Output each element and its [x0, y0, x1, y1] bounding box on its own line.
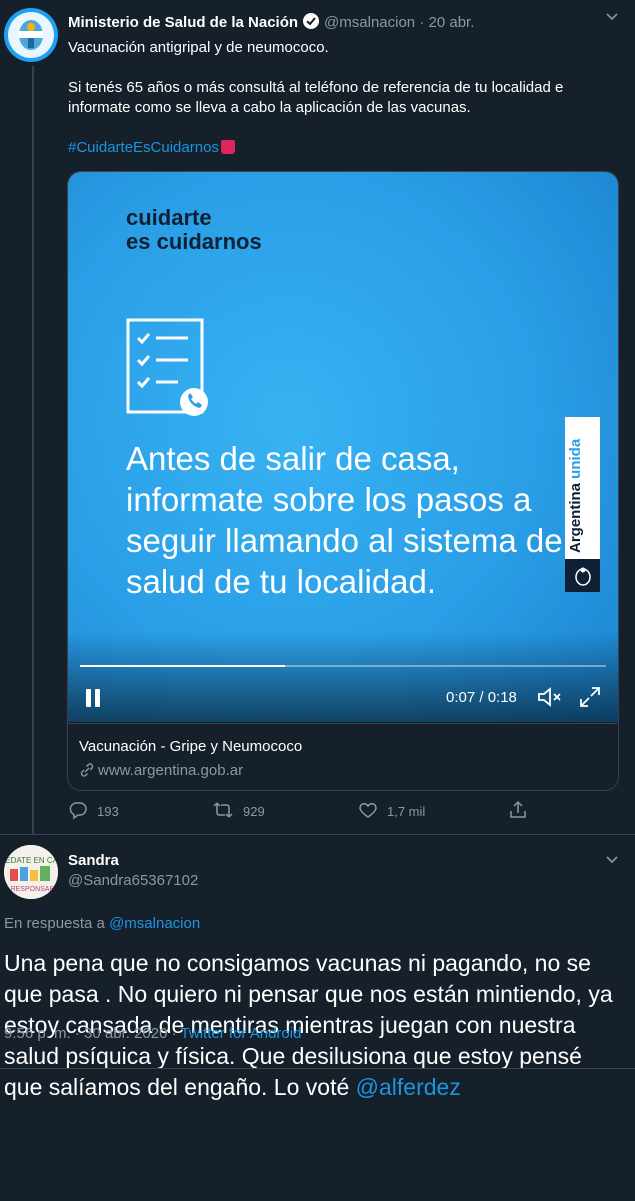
meta-dot-2: ·: [171, 1025, 177, 1042]
house-emoji-icon: [220, 140, 235, 154]
reply-prefix: En respuesta a: [4, 915, 105, 932]
author-avatar[interactable]: [4, 8, 58, 62]
like-icon: [358, 800, 378, 823]
mute-icon[interactable]: [536, 685, 562, 714]
tweet-actions: 193 929 1,7 mil: [68, 800, 618, 824]
argentina-unida-label: Argentina unida: [565, 417, 600, 592]
link-card-info[interactable]: Vacunación - Gripe y Neumococo www.argen…: [68, 723, 618, 790]
reply-count: 193: [97, 804, 119, 819]
reply-source[interactable]: Twitter for Android: [181, 1025, 302, 1042]
share-icon: [508, 800, 528, 823]
brand-line2: es cuidarnos: [126, 229, 262, 254]
replying-to: En respuesta a @msalnacion: [4, 915, 200, 932]
separator-dot: ·: [419, 14, 425, 31]
retweet-count: 929: [243, 804, 265, 819]
tweet-text-line2: Si tenés 65 años o más consultá al teléf…: [68, 79, 564, 116]
like-count: 1,7 mil: [387, 804, 426, 819]
tweet-text-line1: Vacunación antigripal y de neumococo.: [68, 39, 329, 56]
shield-avatar-icon: [8, 12, 54, 58]
side-label-part2: unida: [567, 438, 584, 479]
video-player[interactable]: cuidarte es cuidarnos Antes de salir de …: [68, 172, 618, 722]
reply-meta: 9:56 p. m. · 30 abr. 2020 · Twitter for …: [4, 1025, 301, 1042]
pause-icon[interactable]: [84, 687, 102, 709]
author-name[interactable]: Ministerio de Salud de la Nación: [68, 14, 298, 31]
video-progress-fill: [80, 665, 286, 667]
national-seal-icon: [565, 559, 600, 592]
fullscreen-icon[interactable]: [578, 685, 602, 714]
retweet-icon: [212, 800, 234, 823]
side-label-part1: Argentina: [567, 478, 584, 553]
mention-link[interactable]: @alferdez: [356, 1074, 461, 1100]
svg-text:QUEDATE EN CASA: QUEDATE EN CASA: [4, 856, 58, 865]
tweet-date[interactable]: 20 abr.: [429, 14, 475, 31]
meta-dot: ·: [74, 1025, 80, 1042]
chevron-down-icon[interactable]: [604, 851, 620, 872]
card-title[interactable]: Vacunación - Gripe y Neumococo: [79, 738, 302, 755]
reply-tweet[interactable]: QUEDATE EN CASA SÉ RESPONSABLE Sandra @S…: [0, 834, 635, 1201]
thread-line: [32, 66, 34, 834]
reply-author-name[interactable]: Sandra: [68, 851, 198, 871]
checklist-phone-icon: [126, 318, 216, 423]
video-brand: cuidarte es cuidarnos: [126, 206, 262, 254]
hashtag-link[interactable]: #CuidarteEsCuidarnos: [68, 139, 219, 156]
svg-text:SÉ RESPONSABLE: SÉ RESPONSABLE: [4, 884, 58, 893]
card-link[interactable]: www.argentina.gob.ar: [79, 762, 243, 779]
original-tweet[interactable]: Ministerio de Salud de la Nación @msalnac…: [0, 0, 635, 834]
card-domain: www.argentina.gob.ar: [98, 762, 244, 779]
reply-time[interactable]: 9:56 p. m.: [4, 1025, 71, 1042]
tweet-header: Ministerio de Salud de la Nación @msalnac…: [68, 12, 474, 34]
tweet-text: Vacunación antigripal y de neumococo. Si…: [68, 38, 618, 178]
like-button[interactable]: 1,7 mil: [358, 800, 425, 823]
video-time: 0:07 / 0:18: [446, 689, 517, 706]
share-button[interactable]: [508, 800, 528, 823]
chevron-down-icon[interactable]: [604, 8, 620, 29]
video-progress-bar[interactable]: [80, 665, 606, 667]
brand-line1: cuidarte: [126, 205, 212, 230]
author-handle[interactable]: @msalnacion: [324, 14, 415, 31]
reply-author-avatar[interactable]: QUEDATE EN CASA SÉ RESPONSABLE: [4, 845, 58, 899]
video-headline: Antes de salir de casa, informate sobre …: [126, 440, 563, 600]
media-card[interactable]: cuidarte es cuidarnos Antes de salir de …: [67, 171, 619, 791]
reply-header: Sandra @Sandra65367102: [68, 851, 198, 891]
reply-icon: [68, 800, 88, 823]
retweet-button[interactable]: 929: [212, 800, 265, 823]
divider: [0, 1068, 635, 1069]
reply-to-mention[interactable]: @msalnacion: [109, 915, 200, 932]
reply-button[interactable]: 193: [68, 800, 119, 823]
link-icon: [79, 762, 98, 779]
reply-author-handle[interactable]: @Sandra65367102: [68, 871, 198, 891]
reply-date[interactable]: 30 abr. 2020: [84, 1025, 167, 1042]
verified-badge-icon: [302, 12, 320, 34]
